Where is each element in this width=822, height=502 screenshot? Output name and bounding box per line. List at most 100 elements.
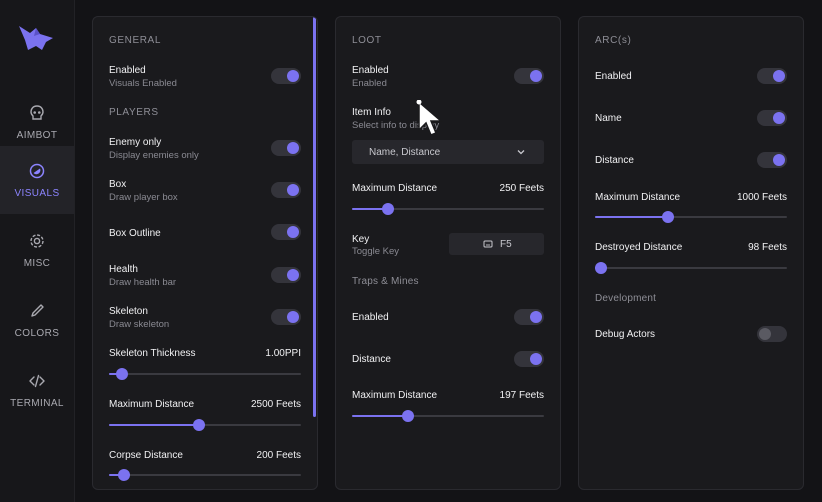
slider-track xyxy=(595,267,787,269)
loot-max-distance-slider[interactable] xyxy=(352,203,544,215)
arcs-max-distance-label: Maximum Distance xyxy=(595,192,681,203)
general-panel: GENERAL Enabled Visuals Enabled PLAYERS … xyxy=(92,16,318,490)
skeleton-thickness-value: 1.00PPI xyxy=(265,348,301,359)
max-distance-value: 2500 Feets xyxy=(250,399,301,410)
skeleton-thickness-label: Skeleton Thickness xyxy=(109,348,196,359)
toggle-knob xyxy=(773,112,785,124)
slider-fill xyxy=(109,424,200,426)
slider-thumb[interactable] xyxy=(116,368,129,380)
panel-scrollbar[interactable] xyxy=(313,17,316,417)
slider-thumb[interactable] xyxy=(661,211,674,223)
sidebar-item-label: COLORS xyxy=(14,327,60,339)
loot-max-distance-label: Maximum Distance xyxy=(352,183,438,194)
slider-track xyxy=(109,474,301,476)
traps-max-distance-value: 197 Feets xyxy=(499,390,544,401)
traps-max-distance-slider[interactable] xyxy=(352,410,544,422)
sidebar-item-visuals[interactable]: VISUALS xyxy=(0,146,74,214)
traps-max-distance-label: Maximum Distance xyxy=(352,390,438,401)
box-toggle[interactable] xyxy=(271,182,301,198)
sidebar-item-label: VISUALS xyxy=(14,187,60,199)
sidebar-item-label: TERMINAL xyxy=(10,397,64,409)
toggle-knob xyxy=(530,70,542,82)
sidebar-item-label: MISC xyxy=(23,257,51,269)
toggle-knob xyxy=(287,226,299,238)
slider-thumb[interactable] xyxy=(193,419,206,431)
debug-actors-toggle[interactable] xyxy=(757,326,787,342)
debug-actors-label: Debug Actors xyxy=(595,329,656,340)
slider-fill xyxy=(595,216,668,218)
slider-thumb[interactable] xyxy=(118,469,131,481)
section-title-loot: LOOT xyxy=(352,35,382,46)
arcs-max-distance-slider[interactable] xyxy=(595,211,787,223)
sidebar-item-label: AIMBOT xyxy=(16,129,58,141)
traps-enabled-label: Enabled xyxy=(352,312,389,323)
arcs-max-distance-value: 1000 Feets xyxy=(736,192,787,203)
max-distance-label: Maximum Distance xyxy=(109,399,195,410)
enemy-only-toggle[interactable] xyxy=(271,140,301,156)
loot-panel: LOOT Enabled Enabled Item Info Select in… xyxy=(335,16,561,490)
health-toggle[interactable] xyxy=(271,267,301,283)
destroyed-distance-value: 98 Feets xyxy=(748,242,787,253)
toggle-knob xyxy=(530,353,542,365)
toggle-knob xyxy=(773,154,785,166)
corpse-distance-slider[interactable] xyxy=(109,469,301,481)
enemy-only-description: Display enemies only xyxy=(109,150,199,161)
loot-max-distance-value: 250 Feets xyxy=(499,183,544,194)
toggle-knob xyxy=(287,70,299,82)
arcs-enabled-label: Enabled xyxy=(595,71,632,82)
sidebar: AIMBOT VISUALS MISC COLORS TERMINAL xyxy=(0,0,75,502)
loot-enabled-description: Enabled xyxy=(352,78,387,89)
section-title-traps-mines: Traps & Mines xyxy=(352,276,419,287)
traps-distance-toggle[interactable] xyxy=(514,351,544,367)
keyboard-icon xyxy=(483,240,493,248)
skeleton-label: Skeleton xyxy=(109,306,148,317)
arcs-name-toggle[interactable] xyxy=(757,110,787,126)
section-title-general: GENERAL xyxy=(109,35,161,46)
chevron-down-icon xyxy=(517,150,525,155)
code-icon xyxy=(28,372,46,390)
skeleton-toggle[interactable] xyxy=(271,309,301,325)
loot-enabled-toggle[interactable] xyxy=(514,68,544,84)
arcs-panel: ARC(s) Enabled Name Distance Maximum Dis… xyxy=(578,16,804,490)
item-info-select[interactable]: Name, Distance xyxy=(352,140,544,164)
arcs-enabled-toggle[interactable] xyxy=(757,68,787,84)
sidebar-item-terminal[interactable]: TERMINAL xyxy=(0,356,74,424)
health-label: Health xyxy=(109,264,138,275)
slider-thumb[interactable] xyxy=(594,262,607,274)
traps-enabled-toggle[interactable] xyxy=(514,309,544,325)
skeleton-description: Draw skeleton xyxy=(109,319,170,330)
slider-thumb[interactable] xyxy=(401,410,414,422)
destroyed-distance-slider[interactable] xyxy=(594,262,787,274)
slider-fill xyxy=(352,415,408,417)
toggle-knob xyxy=(287,269,299,281)
visuals-enabled-toggle[interactable] xyxy=(271,68,301,84)
toggle-key-value: F5 xyxy=(500,239,512,250)
traps-distance-label: Distance xyxy=(352,354,391,365)
key-label: Key xyxy=(352,234,370,245)
toggle-key-button[interactable]: F5 xyxy=(449,233,544,255)
mouse-cursor-icon xyxy=(416,100,444,136)
box-outline-label: Box Outline xyxy=(109,228,161,239)
item-info-label: Item Info xyxy=(352,107,391,118)
sidebar-item-misc[interactable]: MISC xyxy=(0,216,74,284)
box-label: Box xyxy=(109,179,127,190)
corpse-distance-label: Corpse Distance xyxy=(109,450,183,461)
enemy-only-label: Enemy only xyxy=(109,137,162,148)
slider-thumb[interactable] xyxy=(382,203,395,215)
visuals-icon xyxy=(28,162,46,180)
sidebar-item-colors[interactable]: COLORS xyxy=(0,286,74,354)
arcs-distance-toggle[interactable] xyxy=(757,152,787,168)
section-title-development: Development xyxy=(595,293,657,304)
enabled-description: Visuals Enabled xyxy=(109,78,177,89)
skeleton-thickness-slider[interactable] xyxy=(109,368,301,380)
item-info-selected-value: Name, Distance xyxy=(369,147,441,158)
toggle-knob xyxy=(287,142,299,154)
corpse-distance-value: 200 Feets xyxy=(256,450,301,461)
arcs-name-label: Name xyxy=(595,113,622,124)
health-description: Draw health bar xyxy=(109,277,177,288)
max-distance-slider[interactable] xyxy=(109,419,301,431)
box-outline-toggle[interactable] xyxy=(271,224,301,240)
section-title-players: PLAYERS xyxy=(109,107,159,118)
section-title-arcs: ARC(s) xyxy=(595,35,632,46)
box-description: Draw player box xyxy=(109,192,178,203)
